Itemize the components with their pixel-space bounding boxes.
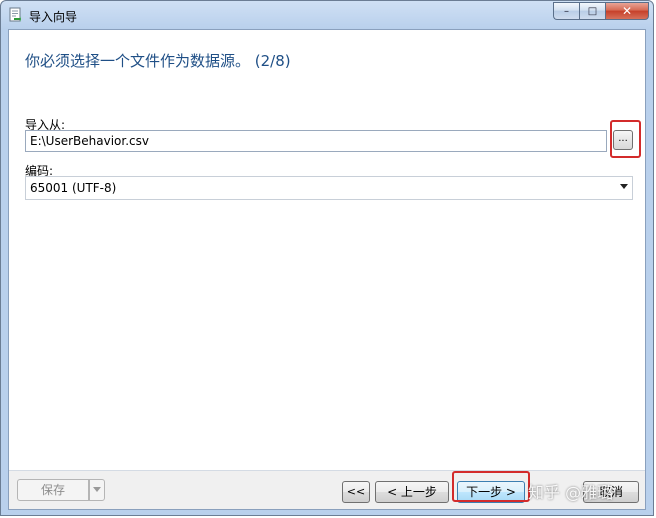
browse-button[interactable]: ...: [613, 130, 633, 150]
encoding-select[interactable]: 65001 (UTF-8): [25, 176, 633, 200]
minimize-button[interactable]: –: [553, 2, 579, 20]
import-wizard-window: 导入向导 – □ ✕ 你必须选择一个文件作为数据源。 (2/8) 导入从: ..…: [0, 0, 654, 516]
import-wizard-icon: [9, 7, 21, 22]
title-bar[interactable]: 导入向导 – □ ✕: [1, 1, 653, 29]
save-button[interactable]: 保存: [17, 479, 89, 501]
save-dropdown-button[interactable]: [89, 479, 105, 501]
cancel-button[interactable]: 取消: [583, 481, 639, 503]
page-title: 你必须选择一个文件作为数据源。 (2/8): [25, 52, 291, 70]
previous-step-button[interactable]: < 上一步: [375, 481, 449, 503]
encoding-selected-value: 65001 (UTF-8): [30, 181, 117, 195]
wizard-footer: 保存 << < 上一步 下一步 > 取消: [9, 471, 645, 509]
window-controls: – □ ✕: [553, 2, 649, 21]
import-path-input[interactable]: [25, 130, 607, 152]
next-step-button[interactable]: 下一步 >: [457, 481, 525, 503]
first-step-button[interactable]: <<: [342, 481, 370, 503]
chevron-down-icon: [93, 487, 101, 492]
window-title: 导入向导: [29, 10, 78, 24]
maximize-button[interactable]: □: [579, 2, 605, 20]
close-button[interactable]: ✕: [605, 2, 649, 20]
wizard-content: 你必须选择一个文件作为数据源。 (2/8) 导入从: ... 编码: 65001…: [8, 29, 646, 510]
chevron-down-icon: [620, 184, 628, 189]
